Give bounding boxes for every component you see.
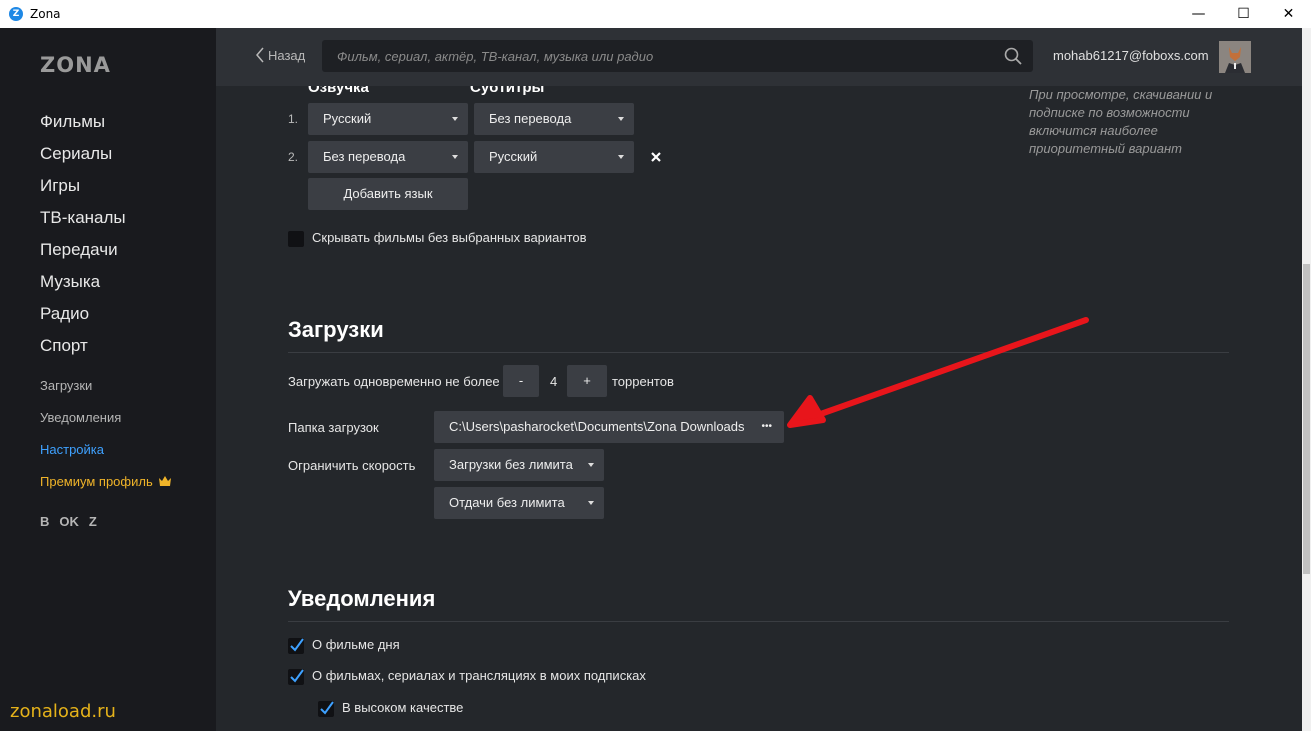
dub-select-value: Без перевода bbox=[323, 149, 406, 164]
subs-select-value: Без перевода bbox=[489, 111, 572, 126]
caret-down-icon bbox=[452, 155, 458, 159]
nav-item-tv-channels[interactable]: ТВ-каналы bbox=[40, 206, 126, 238]
maximize-button[interactable]: ☐ bbox=[1221, 0, 1266, 28]
nav-item-premium[interactable]: Премиум профиль bbox=[40, 472, 172, 504]
dub-column-header: Озвучка bbox=[308, 86, 369, 96]
avatar-image bbox=[1219, 41, 1251, 73]
nav-item-settings[interactable]: Настройка bbox=[40, 440, 171, 472]
subscriptions-checkbox[interactable] bbox=[288, 669, 304, 685]
scrollbar-thumb[interactable] bbox=[1303, 264, 1310, 574]
nav-item-series[interactable]: Сериалы bbox=[40, 142, 126, 174]
hide-films-label: Скрывать фильмы без выбранных вариантов bbox=[312, 230, 587, 245]
nav-item-games[interactable]: Игры bbox=[40, 174, 126, 206]
minimize-button[interactable]: — bbox=[1176, 0, 1221, 28]
concurrent-count: 4 bbox=[550, 374, 558, 389]
nav-item-notifications[interactable]: Уведомления bbox=[40, 408, 171, 440]
zona-social-icon[interactable]: Z bbox=[89, 514, 97, 529]
folder-label: Папка загрузок bbox=[288, 420, 379, 435]
search-box bbox=[322, 40, 1033, 72]
nav-item-films[interactable]: Фильмы bbox=[40, 110, 126, 142]
back-label: Назад bbox=[268, 47, 306, 63]
watermark-text: zonaload.ru bbox=[10, 701, 116, 722]
checkmark-icon bbox=[290, 669, 304, 683]
notifications-section-title: Уведомления bbox=[288, 586, 436, 611]
row-number: 2. bbox=[288, 150, 299, 164]
nav-item-sport[interactable]: Спорт bbox=[40, 334, 126, 366]
settings-content: Озвучка Субтитры 1. Русский Без перевода… bbox=[216, 86, 1302, 731]
caret-down-icon bbox=[618, 155, 624, 159]
odnoklassniki-icon[interactable]: OK bbox=[59, 514, 79, 529]
film-of-day-label: О фильме дня bbox=[312, 637, 400, 652]
add-language-button[interactable]: Добавить язык bbox=[308, 178, 468, 210]
subscriptions-label: О фильмах, сериалах и трансляциях в моих… bbox=[312, 668, 646, 683]
upload-limit-value: Отдачи без лимита bbox=[449, 495, 565, 510]
user-email[interactable]: mohab61217@foboxs.com bbox=[1053, 48, 1209, 63]
premium-label: Премиум профиль bbox=[40, 474, 153, 489]
main-nav: Фильмы Сериалы Игры ТВ-каналы Передачи М… bbox=[40, 110, 126, 366]
search-icon[interactable] bbox=[1004, 47, 1022, 65]
top-bar: Назад mohab61217@foboxs.com bbox=[216, 28, 1302, 86]
avatar[interactable] bbox=[1219, 41, 1251, 73]
crown-icon bbox=[159, 476, 172, 486]
download-limit-value: Загрузки без лимита bbox=[449, 457, 573, 472]
row-number: 1. bbox=[288, 112, 299, 126]
svg-text:ZONA: ZONA bbox=[40, 54, 111, 74]
high-quality-checkbox[interactable] bbox=[318, 701, 334, 717]
folder-path: C:\Users\pasharocket\Documents\Zona Down… bbox=[449, 419, 745, 434]
caret-down-icon bbox=[588, 463, 594, 467]
dub-select-2[interactable]: Без перевода bbox=[308, 141, 468, 173]
secondary-nav: Загрузки Уведомления Настройка Премиум п… bbox=[40, 376, 172, 504]
sidebar: ZONA Фильмы Сериалы Игры ТВ-каналы Перед… bbox=[0, 28, 216, 731]
subs-select-value: Русский bbox=[489, 149, 538, 164]
close-window-button[interactable]: ✕ bbox=[1266, 0, 1311, 28]
caret-down-icon bbox=[618, 117, 624, 121]
film-of-day-checkbox[interactable] bbox=[288, 638, 304, 654]
downloads-section-title: Загрузки bbox=[288, 317, 384, 342]
decrease-button[interactable]: - bbox=[503, 365, 539, 397]
subs-select-1[interactable]: Без перевода bbox=[474, 103, 634, 135]
subs-column-header: Субтитры bbox=[470, 86, 545, 96]
window-title: Zona bbox=[30, 7, 61, 21]
scrollbar[interactable] bbox=[1302, 28, 1311, 731]
more-options-icon[interactable]: ••• bbox=[761, 411, 772, 443]
search-input[interactable] bbox=[322, 40, 992, 72]
zona-app-icon: Z bbox=[9, 7, 23, 21]
nav-item-shows[interactable]: Передачи bbox=[40, 238, 126, 270]
social-links: B OK Z bbox=[40, 514, 97, 529]
chevron-left-icon bbox=[256, 47, 264, 63]
dub-select-1[interactable]: Русский bbox=[308, 103, 468, 135]
torrents-label: торрентов bbox=[612, 374, 674, 389]
download-folder-field[interactable]: C:\Users\pasharocket\Documents\Zona Down… bbox=[434, 411, 784, 443]
dub-select-value: Русский bbox=[323, 111, 372, 126]
section-divider bbox=[288, 621, 1229, 622]
caret-down-icon bbox=[588, 501, 594, 505]
nav-item-radio[interactable]: Радио bbox=[40, 302, 126, 334]
window-titlebar: Z Zona — ☐ ✕ bbox=[0, 0, 1311, 28]
checkmark-icon bbox=[290, 638, 304, 652]
priority-hint: При просмотре, скачивании и подписке по … bbox=[1029, 87, 1213, 156]
checkmark-icon bbox=[320, 701, 334, 715]
upload-limit-select[interactable]: Отдачи без лимита bbox=[434, 487, 604, 519]
vk-icon[interactable]: B bbox=[40, 514, 49, 529]
increase-button[interactable]: + bbox=[567, 365, 607, 397]
subs-select-2[interactable]: Русский bbox=[474, 141, 634, 173]
caret-down-icon bbox=[452, 117, 458, 121]
concurrent-label: Загружать одновременно не более bbox=[288, 374, 500, 389]
high-quality-label: В высоком качестве bbox=[342, 700, 464, 715]
download-limit-select[interactable]: Загрузки без лимита bbox=[434, 449, 604, 481]
nav-item-music[interactable]: Музыка bbox=[40, 270, 126, 302]
hide-films-checkbox[interactable] bbox=[288, 231, 304, 247]
nav-item-downloads[interactable]: Загрузки bbox=[40, 376, 171, 408]
zona-logo[interactable]: ZONA bbox=[40, 54, 140, 74]
back-button[interactable]: Назад bbox=[256, 47, 305, 63]
section-divider bbox=[288, 352, 1229, 353]
speed-limit-label: Ограничить скорость bbox=[288, 458, 416, 473]
remove-language-icon[interactable] bbox=[650, 151, 662, 163]
